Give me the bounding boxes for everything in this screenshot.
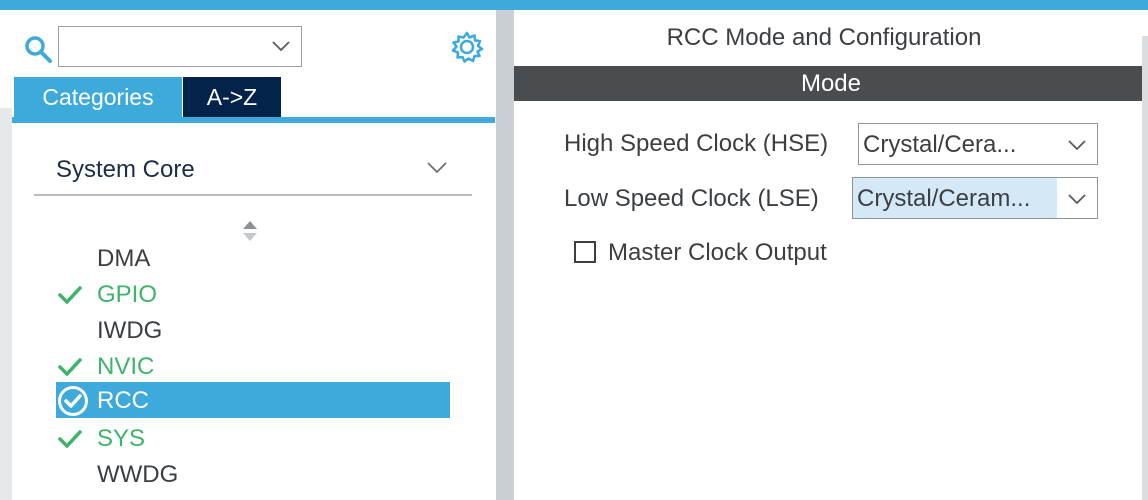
tab-categories[interactable]: Categories xyxy=(14,77,182,117)
lse-select[interactable]: Crystal/Ceram... xyxy=(852,177,1098,219)
mode-section-header: Mode xyxy=(514,66,1148,101)
list-item-wwdg[interactable]: WWDG xyxy=(56,456,450,492)
tab-underline xyxy=(12,117,495,123)
tab-a-to-z[interactable]: A->Z xyxy=(183,77,281,117)
check-icon xyxy=(58,358,82,376)
check-icon xyxy=(58,430,82,448)
lse-value: Crystal/Ceram... xyxy=(857,185,1031,212)
sort-arrows-icon[interactable] xyxy=(241,220,259,242)
list-item-gpio[interactable]: GPIO xyxy=(56,276,450,312)
list-item-dma[interactable]: DMA xyxy=(56,240,450,276)
group-label: System Core xyxy=(56,156,195,183)
list-item-rcc[interactable]: RCC xyxy=(56,382,450,418)
panel-splitter[interactable] xyxy=(496,10,514,500)
item-label: SYS xyxy=(97,425,146,452)
hse-select[interactable]: Crystal/Cera... xyxy=(858,123,1098,165)
top-accent-bar xyxy=(0,0,1148,10)
item-label: RCC xyxy=(97,387,149,414)
hse-label: High Speed Clock (HSE) xyxy=(564,130,829,157)
chevron-down-icon[interactable] xyxy=(271,38,291,54)
item-label: NVIC xyxy=(97,353,155,380)
chevron-down-icon[interactable] xyxy=(1067,137,1087,153)
panel-edge xyxy=(0,108,12,500)
master-clock-output-label[interactable]: Master Clock Output xyxy=(608,239,827,267)
category-group-system-core[interactable]: System Core xyxy=(34,148,472,196)
list-item-nvic[interactable]: NVIC xyxy=(56,348,450,384)
hse-value: Crystal/Cera... xyxy=(863,131,1017,158)
list-item-iwdg[interactable]: IWDG xyxy=(56,312,450,348)
item-label: GPIO xyxy=(97,281,158,308)
chevron-down-icon[interactable] xyxy=(1067,191,1087,207)
search-icon[interactable] xyxy=(24,35,52,63)
scrollbar[interactable] xyxy=(1142,36,1148,500)
check-circle-icon xyxy=(58,386,88,416)
search-combobox[interactable] xyxy=(58,26,302,67)
check-icon xyxy=(58,286,82,304)
chevron-down-icon[interactable] xyxy=(426,160,448,176)
categories-panel: Categories A->Z System Core DMA GPIO IWD… xyxy=(0,10,496,500)
gear-icon[interactable] xyxy=(450,30,484,64)
item-label: WWDG xyxy=(97,461,179,488)
item-label: IWDG xyxy=(97,317,163,344)
master-clock-output-checkbox[interactable] xyxy=(574,241,596,263)
rcc-config-panel: RCC Mode and Configuration Mode High Spe… xyxy=(514,10,1148,500)
item-label: DMA xyxy=(97,245,151,272)
list-item-sys[interactable]: SYS xyxy=(56,420,450,456)
lse-label: Low Speed Clock (LSE) xyxy=(564,185,819,212)
page-title: RCC Mode and Configuration xyxy=(666,24,982,51)
